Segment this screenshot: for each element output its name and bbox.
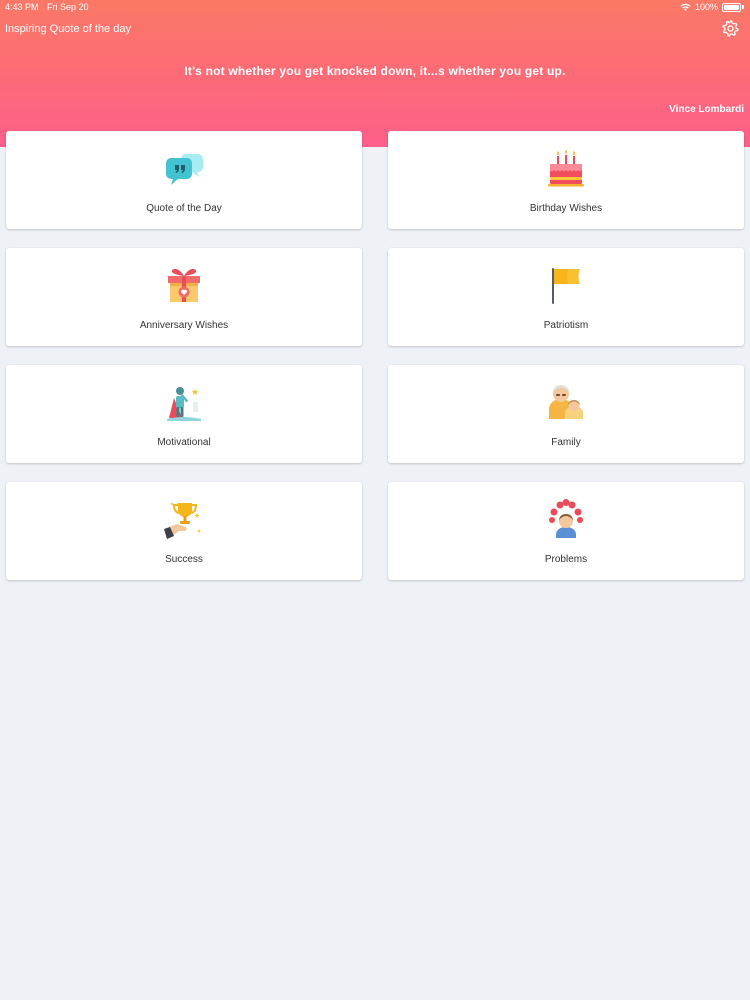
category-label: Success xyxy=(165,554,203,565)
trophy-icon xyxy=(164,502,201,539)
superhero-icon xyxy=(167,387,201,421)
battery-cap xyxy=(742,5,744,9)
status-time: 4:43 PM xyxy=(5,2,39,12)
birthday-cake-icon xyxy=(548,149,584,187)
category-card-success[interactable]: Success xyxy=(6,482,362,580)
category-card-problems[interactable]: Problems xyxy=(388,482,744,580)
quote-text: It's not whether you get knocked down, i… xyxy=(184,64,566,78)
wifi-icon xyxy=(680,3,691,11)
quote-author: Vince Lombardi xyxy=(669,104,744,115)
category-label: Patriotism xyxy=(543,320,589,331)
category-card-birthday-wishes[interactable]: Birthday Wishes xyxy=(388,131,744,229)
confused-person-icon xyxy=(549,499,583,538)
battery-icon xyxy=(722,2,741,12)
status-date: Fri Sep 20 xyxy=(47,2,89,12)
category-label: Birthday Wishes xyxy=(529,203,603,214)
category-card-patriotism[interactable]: Patriotism xyxy=(388,248,744,346)
gift-box-icon xyxy=(168,268,200,302)
category-label: Motivational xyxy=(157,437,211,448)
category-label: Problems xyxy=(544,554,588,565)
family-icon xyxy=(549,385,583,419)
category-label: Quote of the Day xyxy=(146,203,222,214)
battery-fill xyxy=(724,4,739,10)
status-right: 100% xyxy=(680,2,744,12)
category-card-motivational[interactable]: Motivational xyxy=(6,365,362,463)
category-card-anniversary-wishes[interactable]: Anniversary Wishes xyxy=(6,248,362,346)
battery-percent: 100% xyxy=(694,2,718,12)
category-card-family[interactable]: Family xyxy=(388,365,744,463)
speech-bubbles-icon xyxy=(166,154,203,185)
gear-icon[interactable] xyxy=(721,19,740,38)
status-bar: 4:43 PM Fri Sep 20 100% xyxy=(0,0,750,16)
app-title: Inspiring Quote of the day xyxy=(5,23,131,35)
quote-header: 4:43 PM Fri Sep 20 100% Inspiring Quote … xyxy=(0,0,750,147)
category-card-quote-of-the-day[interactable]: Quote of the Day xyxy=(6,131,362,229)
flag-icon xyxy=(552,268,580,304)
category-label: Family xyxy=(551,437,581,448)
category-label: Anniversary Wishes xyxy=(139,320,229,331)
